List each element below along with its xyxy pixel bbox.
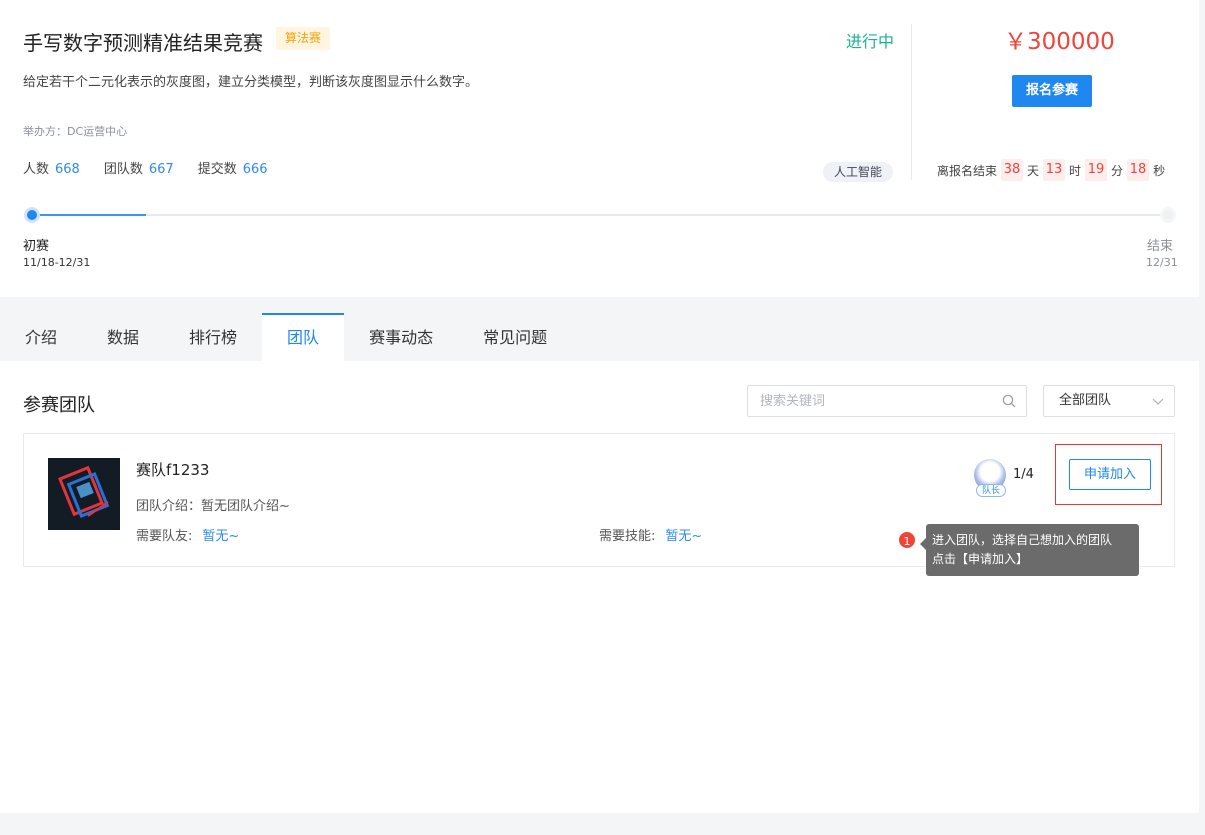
search-input[interactable] [748,386,988,416]
stage-end-date: 12/31 [1146,256,1178,269]
team-intro: 团队介绍：暂无团队介绍~ [136,499,290,514]
stat-label: 人数 [23,162,50,177]
signup-countdown: 离报名结束 38 天 13 时 19 分 18 秒 [937,159,1165,181]
competition-status: 进行中 [846,32,895,51]
stat-label: 提交数 [197,162,237,177]
need-skills: 需要技能: 暂无~ [599,525,702,544]
signup-button[interactable]: 报名参赛 [1012,75,1092,107]
teams-panel: 参赛团队 全部团队 赛队f1233 团队介绍：暂无团队介绍~ 需要队友: 暂无~ [0,361,1199,813]
timeline-start-dot [24,207,40,223]
apply-join-button[interactable]: 申请加入 [1069,459,1151,490]
timeline-end-dot [1160,207,1176,223]
competition-stats: 人数 668 团队数 667 提交数 666 [23,158,292,177]
need-skills-label: 需要技能: [599,529,656,544]
timeline-progress [32,214,146,216]
section-title: 参赛团队 [23,395,95,416]
need-skills-value: 暂无~ [665,529,703,544]
stage-start-name: 初赛 [23,239,50,254]
tab-team[interactable]: 团队 [262,313,345,361]
stat-participants: 人数 668 [23,158,80,177]
stat-label: 团队数 [103,162,143,177]
tab-faq[interactable]: 常见问题 [458,313,572,361]
stage-start-date: 11/18-12/31 [23,256,91,269]
tab-intro[interactable]: 介绍 [0,313,82,361]
countdown-days: 38 [1001,159,1024,181]
leader-badge: 队长 [976,484,1006,497]
team-filter-value: 全部团队 [1059,393,1112,408]
search-icon[interactable] [1002,394,1016,408]
stat-submissions: 提交数 666 [198,158,268,177]
member-count: 1/4 [1013,467,1034,482]
team-search [747,385,1027,417]
category-tag: 人工智能 [823,162,894,182]
team-filter-select[interactable]: 全部团队 [1043,385,1175,417]
timeline-track [32,214,1168,216]
competition-tabs: 介绍 数据 排行榜 团队 赛事动态 常见问题 [0,313,572,361]
stat-value: 667 [148,162,174,177]
need-members-value: 暂无~ [202,529,240,544]
tab-news[interactable]: 赛事动态 [344,313,458,361]
header-divider [911,24,912,180]
guide-step-badge: 1 [897,530,917,550]
competition-header: 手写数字预测精准结果竞赛 算法赛 进行中 给定若干个二元化表示的灰度图，建立分类… [0,0,1199,297]
competition-description: 给定若干个二元化表示的灰度图，建立分类模型，判断该灰度图显示什么数字。 [23,75,479,90]
countdown-minutes: 19 [1085,159,1108,181]
countdown-hours-unit: 时 [1069,163,1082,178]
team-avatar [48,458,120,530]
guide-tooltip-line2: 点击【申请加入】 [932,552,1029,566]
stage-end-name: 结束 [1147,239,1174,254]
guide-tooltip-line1: 进入团队，选择自己想加入的团队 [932,533,1113,547]
guide-tooltip: 进入团队，选择自己想加入的团队 点击【申请加入】 [920,524,1139,576]
need-members-label: 需要队友: [136,529,193,544]
competition-type-tag: 算法赛 [276,27,331,50]
organizer: 举办方：DC运营中心 [23,125,128,138]
stat-value: 668 [55,162,80,177]
team-avatar-art [48,458,120,530]
page-scroll-gutter [1199,0,1205,835]
countdown-days-unit: 天 [1027,163,1040,178]
tab-data[interactable]: 数据 [82,313,164,361]
tab-leaderboard[interactable]: 排行榜 [164,313,262,361]
team-name: 赛队f1233 [136,461,210,479]
countdown-prefix: 离报名结束 [937,163,998,178]
countdown-seconds-unit: 秒 [1153,163,1166,178]
stat-teams: 团队数 667 [104,158,174,177]
competition-title: 手写数字预测精准结果竞赛 [23,31,263,55]
countdown-seconds: 18 [1127,159,1150,181]
chevron-down-icon [1152,398,1164,405]
countdown-minutes-unit: 分 [1111,163,1124,178]
countdown-hours: 13 [1043,159,1066,181]
prize-amount: ￥300000 [1004,29,1115,55]
stat-value: 666 [242,162,268,177]
need-members: 需要队友: 暂无~ [136,525,239,544]
